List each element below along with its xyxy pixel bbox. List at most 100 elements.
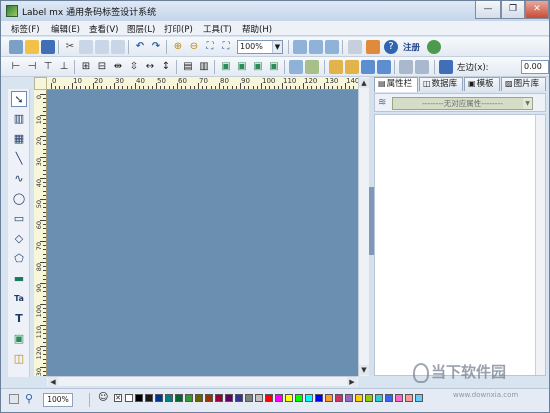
- color-swatch[interactable]: [415, 394, 423, 402]
- unlock-icon[interactable]: ▣: [267, 60, 281, 74]
- color-swatch[interactable]: [345, 394, 353, 402]
- color-swatch[interactable]: [155, 394, 163, 402]
- color-swatch[interactable]: [225, 394, 233, 402]
- polygon-tool[interactable]: ⬠: [11, 251, 27, 267]
- layer-icon[interactable]: [361, 60, 375, 74]
- print-preview-icon[interactable]: [293, 40, 307, 54]
- design-canvas[interactable]: [47, 90, 358, 376]
- color-swatch[interactable]: [305, 394, 313, 402]
- layer-settings-icon[interactable]: [377, 60, 391, 74]
- zoom-out-icon[interactable]: ⊖: [187, 40, 201, 54]
- color-swatch[interactable]: [295, 394, 303, 402]
- cut-icon[interactable]: ✂: [63, 40, 77, 54]
- color-swatch[interactable]: [285, 394, 293, 402]
- color-swatch[interactable]: [255, 394, 263, 402]
- color-swatch[interactable]: [275, 394, 283, 402]
- color-swatch[interactable]: [235, 394, 243, 402]
- pointer-tool[interactable]: ➘: [11, 91, 27, 107]
- qrcode-tool[interactable]: ▦: [11, 131, 27, 147]
- rectangle-tool[interactable]: ▭: [11, 211, 27, 227]
- lock-object-icon[interactable]: [329, 60, 343, 74]
- zoom-in-icon[interactable]: ⊕: [171, 40, 185, 54]
- color-swatch[interactable]: [365, 394, 373, 402]
- color-swatch[interactable]: [385, 394, 393, 402]
- scroll-down-icon[interactable]: ▼: [359, 365, 369, 375]
- paste-special-icon[interactable]: [111, 40, 125, 54]
- menu-label[interactable]: 标签(F): [11, 23, 40, 35]
- color-swatch[interactable]: [185, 394, 193, 402]
- curve-tool[interactable]: ∿: [11, 171, 27, 187]
- open-folder-icon[interactable]: [25, 40, 39, 54]
- menu-tools[interactable]: 工具(T): [203, 23, 232, 35]
- tab-template[interactable]: ▣模板: [464, 77, 500, 91]
- send-back-icon[interactable]: ▥: [197, 60, 211, 74]
- color-swatch[interactable]: [125, 394, 133, 402]
- tab-properties[interactable]: ▤属性栏: [374, 77, 418, 92]
- image-tool[interactable]: ▣: [11, 331, 27, 347]
- group-icon[interactable]: ▣: [219, 60, 233, 74]
- color-swatch[interactable]: [325, 394, 333, 402]
- paste-icon[interactable]: [95, 40, 109, 54]
- property-selector[interactable]: --------无对应属性-------- ▼: [392, 97, 533, 110]
- print-setup-icon[interactable]: [309, 40, 323, 54]
- color-swatch[interactable]: [245, 394, 253, 402]
- fit-width-icon[interactable]: ⛶: [219, 40, 233, 54]
- scroll-left-icon[interactable]: ◀: [48, 377, 58, 387]
- align-right-icon[interactable]: ⊣: [25, 60, 39, 74]
- color-swatch[interactable]: [405, 394, 413, 402]
- calculator-icon[interactable]: [348, 40, 362, 54]
- scroll-right-icon[interactable]: ▶: [347, 377, 357, 387]
- color-swatch[interactable]: [195, 394, 203, 402]
- color-swatch[interactable]: [175, 394, 183, 402]
- fit-page-icon[interactable]: ⛶: [203, 40, 217, 54]
- zoom-select[interactable]: 100% ▼: [237, 40, 283, 54]
- menu-edit[interactable]: 编辑(E): [51, 23, 80, 35]
- align-center-h-icon[interactable]: ⊞: [79, 60, 93, 74]
- color-swatch[interactable]: [265, 394, 273, 402]
- color-swatch[interactable]: [205, 394, 213, 402]
- plugin-icon[interactable]: [427, 40, 441, 54]
- undo-icon[interactable]: ↶: [133, 40, 147, 54]
- color-swatch[interactable]: [375, 394, 383, 402]
- printer-icon[interactable]: [399, 60, 413, 74]
- canvas-vertical-scrollbar[interactable]: ▲ ▼: [358, 77, 369, 376]
- same-height-icon[interactable]: ↕: [159, 60, 173, 74]
- restore-button[interactable]: ❐: [501, 1, 525, 19]
- color-swatch[interactable]: [315, 394, 323, 402]
- redo-icon[interactable]: ↷: [149, 40, 163, 54]
- help-icon[interactable]: ?: [384, 40, 398, 54]
- property-grid-scrollbar[interactable]: [535, 115, 545, 375]
- no-color-swatch[interactable]: ✕: [114, 394, 122, 402]
- export-icon[interactable]: [305, 60, 319, 74]
- color-swatch[interactable]: [335, 394, 343, 402]
- text-tool[interactable]: T: [11, 311, 27, 327]
- color-swatch[interactable]: [355, 394, 363, 402]
- calendar-icon[interactable]: [366, 40, 380, 54]
- ungroup-icon[interactable]: ▣: [235, 60, 249, 74]
- menu-print[interactable]: 打印(P): [164, 23, 193, 35]
- distribute-v-icon[interactable]: ⇳: [127, 60, 141, 74]
- align-left-icon[interactable]: ⊢: [9, 60, 23, 74]
- same-width-icon[interactable]: ↔: [143, 60, 157, 74]
- align-bottom-icon[interactable]: ⊥: [57, 60, 71, 74]
- save-disk-icon[interactable]: [41, 40, 55, 54]
- align-top-icon[interactable]: ⊤: [41, 60, 55, 74]
- color-swatch[interactable]: [215, 394, 223, 402]
- left-margin-input[interactable]: 0.00: [521, 60, 549, 74]
- menu-help[interactable]: 帮助(H): [242, 23, 272, 35]
- bring-front-icon[interactable]: ▤: [181, 60, 195, 74]
- grid-icon[interactable]: [415, 60, 429, 74]
- color-swatch[interactable]: [145, 394, 153, 402]
- copy-icon[interactable]: [79, 40, 93, 54]
- magnifier-icon[interactable]: ⚲: [25, 392, 33, 405]
- menu-layer[interactable]: 图层(L): [127, 23, 155, 35]
- distribute-h-icon[interactable]: ⇹: [111, 60, 125, 74]
- canvas-horizontal-scrollbar[interactable]: ◀ ▶: [47, 376, 358, 387]
- image-icon[interactable]: [289, 60, 303, 74]
- fill-tool[interactable]: ▬: [11, 271, 27, 287]
- tab-database[interactable]: ◫数据库: [419, 77, 463, 91]
- color-swatch[interactable]: [165, 394, 173, 402]
- register-button[interactable]: 注册: [403, 41, 420, 53]
- lock-icon[interactable]: ▣: [251, 60, 265, 74]
- close-button[interactable]: ✕: [525, 1, 549, 19]
